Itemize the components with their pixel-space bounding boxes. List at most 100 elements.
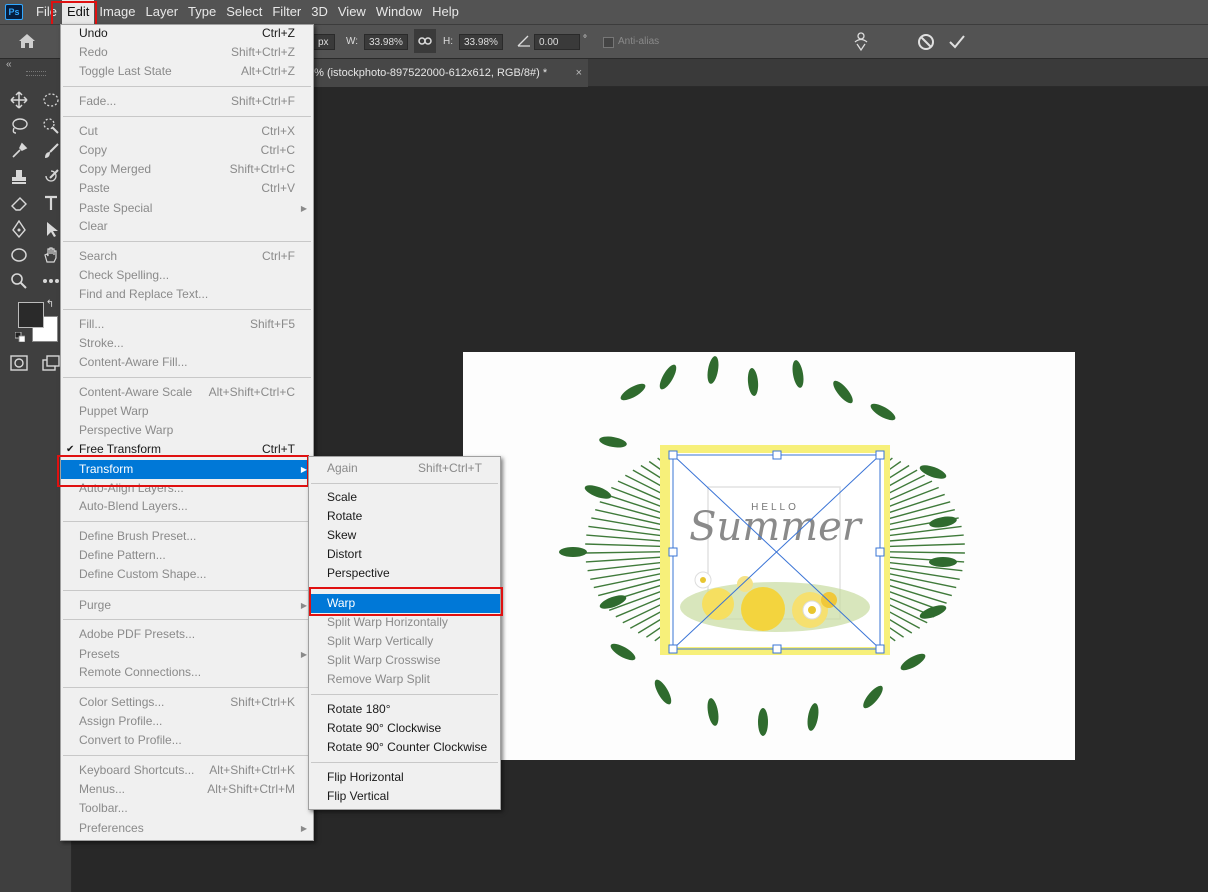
transform-item-rotate[interactable]: Rotate [309,507,500,526]
marquee-tool-icon[interactable] [40,89,62,111]
menu-window[interactable]: Window [371,0,427,24]
menu-item-puppet-warp[interactable]: Puppet Warp [61,402,313,421]
menu-item-undo[interactable]: Undo Ctrl+Z [61,24,313,43]
menu-item-assign-profile[interactable]: Assign Profile... [61,712,313,731]
type-tool-icon[interactable] [40,192,62,214]
width-input[interactable]: 33.98% [364,34,408,50]
transform-item-skew[interactable]: Skew [309,526,500,545]
menu-item-cut[interactable]: Cut Ctrl+X [61,122,313,141]
transform-item-distort[interactable]: Distort [309,545,500,564]
menu-item-purge[interactable]: Purge ▶ [61,596,313,615]
menu-help[interactable]: Help [427,0,464,24]
transform-item-split-warp-crosswise[interactable]: Split Warp Crosswise [309,651,500,670]
menu-item-redo[interactable]: Redo Shift+Ctrl+Z [61,43,313,62]
document-canvas[interactable]: HELLO Summer [463,352,1075,760]
hand-tool-icon[interactable] [40,244,62,266]
menu-item-shortcut: Ctrl+C [260,143,295,157]
menu-item-content-aware-scale[interactable]: Content-Aware Scale Alt+Shift+Ctrl+C [61,383,313,402]
transform-item-remove-warp-split[interactable]: Remove Warp Split [309,670,500,689]
zoom-tool-icon[interactable] [8,270,30,292]
menu-item-label: Remove Warp Split [327,672,430,686]
angle-input[interactable]: 0.00 [534,34,580,50]
panel-grip[interactable] [26,71,46,76]
lasso-tool-icon[interactable] [8,115,30,137]
eraser-tool-icon[interactable] [8,192,30,214]
menu-3d[interactable]: 3D [306,0,333,24]
screen-mode-icon[interactable] [40,352,62,374]
transform-submenu: Again Shift+Ctrl+T Scale Rotate Skew Distort P… [308,456,501,810]
menu-select[interactable]: Select [221,0,267,24]
menu-item-check-spelling[interactable]: Check Spelling... [61,266,313,285]
menu-item-paste-special[interactable]: Paste Special ▶ [61,199,313,218]
puppet-warp-toggle-icon[interactable] [852,32,870,57]
transform-item-split-warp-vertically[interactable]: Split Warp Vertically [309,632,500,651]
menu-item-stroke[interactable]: Stroke... [61,334,313,353]
collapse-panel-icon[interactable]: « [6,59,12,70]
quick-select-tool-icon[interactable] [40,115,62,137]
menu-item-define-brush-preset[interactable]: Define Brush Preset... [61,527,313,546]
menu-item-toggle-last-state[interactable]: Toggle Last State Alt+Ctrl+Z [61,62,313,81]
menu-item-preferences[interactable]: Preferences ▶ [61,819,313,838]
menu-item-shortcut: Alt+Shift+Ctrl+K [209,763,295,777]
transform-item-flip-horizontal[interactable]: Flip Horizontal [309,768,500,787]
menu-item-copy-merged[interactable]: Copy Merged Shift+Ctrl+C [61,160,313,179]
menu-item-search[interactable]: Search Ctrl+F [61,247,313,266]
menu-item-content-aware-fill[interactable]: Content-Aware Fill... [61,353,313,372]
swap-colors-icon[interactable]: ↰ [44,298,56,310]
link-icon[interactable] [414,29,436,53]
quick-mask-icon[interactable] [8,352,30,374]
menu-item-define-custom-shape[interactable]: Define Custom Shape... [61,565,313,584]
menu-item-adobe-pdf-presets[interactable]: Adobe PDF Presets... [61,625,313,644]
transform-item-scale[interactable]: Scale [309,488,500,507]
x-unit-field[interactable]: px [313,34,335,50]
transform-item-flip-vertical[interactable]: Flip Vertical [309,787,500,806]
menu-item-paste[interactable]: Paste Ctrl+V [61,179,313,198]
history-brush-tool-icon[interactable] [40,166,62,188]
foreground-color-swatch[interactable] [18,302,44,328]
document-tab[interactable]: 0% (istockphoto-897522000-612x612, RGB/8… [300,59,588,87]
menu-item-keyboard-shortcuts[interactable]: Keyboard Shortcuts... Alt+Shift+Ctrl+K [61,761,313,780]
menu-item-toolbar[interactable]: Toolbar... [61,799,313,818]
commit-transform-icon[interactable] [948,33,966,56]
close-tab-icon[interactable]: × [576,59,582,87]
ellipse-tool-icon[interactable] [8,244,30,266]
menu-item-presets[interactable]: Presets ▶ [61,645,313,664]
cancel-transform-icon[interactable] [917,33,935,56]
menu-item-perspective-warp[interactable]: Perspective Warp [61,421,313,440]
menu-item-menus[interactable]: Menus... Alt+Shift+Ctrl+M [61,780,313,799]
menu-image[interactable]: Image [94,0,140,24]
menu-item-copy[interactable]: Copy Ctrl+C [61,141,313,160]
menu-item-label: Define Custom Shape... [79,567,207,581]
transform-item-rotate-90-clockwise[interactable]: Rotate 90° Clockwise [309,719,500,738]
edit-menu-callout [51,1,97,26]
menu-item-remote-connections[interactable]: Remote Connections... [61,663,313,682]
more-tools-icon[interactable] [40,270,62,292]
menu-type[interactable]: Type [183,0,221,24]
menu-filter[interactable]: Filter [267,0,306,24]
transform-item-again[interactable]: Again Shift+Ctrl+T [309,459,500,478]
default-colors-icon[interactable] [14,331,26,343]
menu-item-find-and-replace-text[interactable]: Find and Replace Text... [61,285,313,304]
menu-item-convert-to-profile[interactable]: Convert to Profile... [61,731,313,750]
menu-layer[interactable]: Layer [141,0,184,24]
transform-item-rotate-90-counter-clockwise[interactable]: Rotate 90° Counter Clockwise [309,738,500,757]
menu-item-color-settings[interactable]: Color Settings... Shift+Ctrl+K [61,693,313,712]
height-input[interactable]: 33.98% [459,34,503,50]
menu-view[interactable]: View [333,0,371,24]
menu-item-clear[interactable]: Clear [61,217,313,236]
menu-item-fill[interactable]: Fill... Shift+F5 [61,315,313,334]
antialias-checkbox[interactable] [603,37,614,48]
path-select-tool-icon[interactable] [40,218,62,240]
menu-item-auto-blend-layers[interactable]: Auto-Blend Layers... [61,497,313,516]
transform-item-perspective[interactable]: Perspective [309,564,500,583]
brush-tool-icon[interactable] [40,140,62,162]
transform-item-rotate-180[interactable]: Rotate 180° [309,700,500,719]
stamp-tool-icon[interactable] [8,166,30,188]
home-icon[interactable] [18,33,36,54]
move-tool-icon[interactable] [8,89,30,111]
menu-item-fade[interactable]: Fade... Shift+Ctrl+F [61,92,313,111]
eyedropper-tool-icon[interactable] [8,140,30,162]
menu-separator [63,377,311,378]
menu-item-define-pattern[interactable]: Define Pattern... [61,546,313,565]
pen-tool-icon[interactable] [8,218,30,240]
